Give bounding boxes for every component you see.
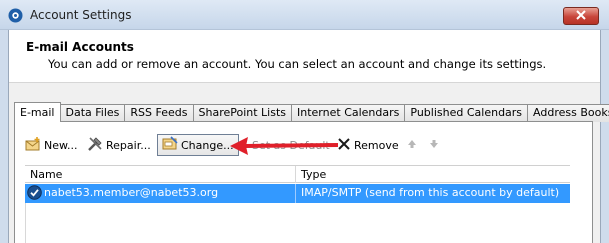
column-divider <box>295 184 296 203</box>
default-account-check-icon <box>27 185 42 203</box>
close-button[interactable] <box>563 7 599 25</box>
tools-icon <box>87 136 106 155</box>
account-type: IMAP/SMTP (send from this account by def… <box>301 186 560 199</box>
tab-internet-calendars[interactable]: Internet Calendars <box>291 104 406 122</box>
repair-button-label: Repair... <box>106 138 151 152</box>
account-name: nabet53.member@nabet53.org <box>44 186 219 199</box>
new-mail-icon <box>25 136 44 155</box>
arrow-up-icon <box>406 138 421 153</box>
remove-button-label: Remove <box>354 138 399 152</box>
remove-button[interactable]: Remove <box>337 135 399 155</box>
repair-button[interactable]: Repair... <box>87 135 151 155</box>
column-divider[interactable] <box>295 166 296 183</box>
section-title: E-mail Accounts <box>26 40 134 54</box>
table-row[interactable]: nabet53.member@nabet53.org IMAP/SMTP (se… <box>25 184 570 203</box>
change-icon <box>162 135 181 155</box>
section-description: You can add or remove an account. You ca… <box>48 57 547 71</box>
new-button[interactable]: New... <box>25 135 77 155</box>
tab-rss-feeds[interactable]: RSS Feeds <box>124 104 194 122</box>
arrow-down-icon <box>428 138 443 153</box>
column-name-header[interactable]: Name <box>30 168 62 181</box>
accounts-list-header: Name Type <box>25 165 570 183</box>
tab-data-files[interactable]: Data Files <box>59 104 126 122</box>
change-button[interactable]: Change... <box>157 134 239 156</box>
tab-published-calendars[interactable]: Published Calendars <box>404 104 529 122</box>
column-type-header[interactable]: Type <box>301 168 326 181</box>
window-title: Account Settings <box>30 8 132 22</box>
new-button-label: New... <box>44 138 78 152</box>
title-bar: Account Settings <box>0 0 609 30</box>
move-up-button[interactable] <box>406 135 421 155</box>
tab-strip: E-mail Data Files RSS Feeds SharePoint L… <box>14 102 609 122</box>
tab-email[interactable]: E-mail <box>14 102 61 122</box>
tab-sharepoint-lists[interactable]: SharePoint Lists <box>192 104 293 122</box>
list-border <box>25 203 26 243</box>
tab-address-books[interactable]: Address Books <box>527 104 609 122</box>
move-down-button[interactable] <box>428 135 443 155</box>
annotation-arrow-icon <box>228 136 340 159</box>
change-button-label: Change... <box>181 138 234 152</box>
close-icon <box>576 9 586 23</box>
outlook-icon <box>8 8 23 23</box>
